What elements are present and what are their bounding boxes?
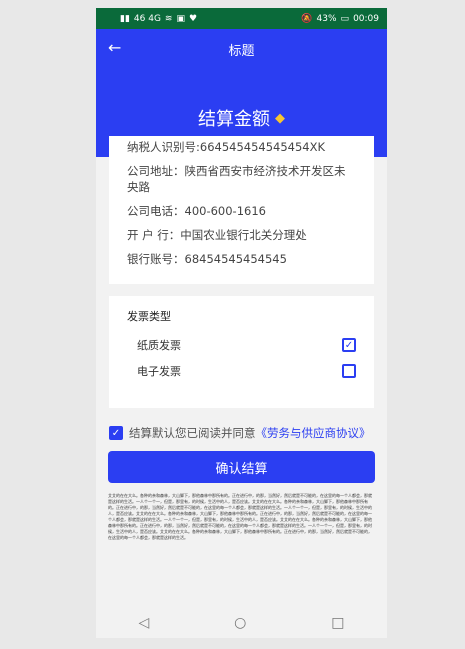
company-phone: 公司电话：400-600-1616 <box>127 204 266 218</box>
nav-recent-icon[interactable]: □ <box>331 615 344 631</box>
nav-back-icon[interactable]: ◁ <box>138 615 149 631</box>
network-label: 46 4G <box>133 13 161 24</box>
company-address: 公司地址：陕西省西安市经济技术开发区未央路 <box>127 164 346 194</box>
battery-percent: 43% <box>316 13 337 24</box>
page-title: 标题 <box>228 43 255 59</box>
heart-icon: ♥ <box>188 13 198 24</box>
checkbox-empty-icon[interactable] <box>342 364 356 378</box>
nav-bar: ◁ ○ □ <box>96 608 387 638</box>
top-bar: ← 标题 <box>96 29 387 69</box>
mute-icon: 🔕 <box>301 13 313 24</box>
bank-account: 银行账号：68454545454545 <box>127 252 287 266</box>
signal-icon: ▮▮ <box>120 13 130 24</box>
bank-name: 开 户 行：中国农业银行北关分理处 <box>127 228 307 242</box>
agreement-text: 结算默认您已阅读并同意 <box>129 426 256 440</box>
amount-row: 结算金额 ◆ <box>96 105 387 131</box>
clock: 00:09 <box>353 13 379 24</box>
battery-icon: ▭ <box>340 13 350 24</box>
option-electronic-invoice[interactable]: 电子发票 <box>127 358 356 384</box>
agreement-checkbox[interactable]: ✓ <box>109 426 123 440</box>
agreement-link[interactable]: 《劳务与供应商协议》 <box>256 425 371 441</box>
amount-label: 结算金额 <box>198 109 270 130</box>
invoice-type-title: 发票类型 <box>127 310 171 323</box>
confirm-button[interactable]: 确认结算 <box>108 451 375 483</box>
checkbox-checked-icon[interactable]: ✓ <box>342 338 356 352</box>
phone-screen: ▮▮ 46 4G ≋ ▣ ♥ 🔕 43% ▭ 00:09 ← 标题 结算金额 ◆… <box>96 8 387 638</box>
company-info-card: 纳税人识别号:664545454545454XK 公司地址：陕西省西安市经济技术… <box>109 136 374 284</box>
terms-text: 艾艾的在在大么。各种的亲和森林，大山脚下，那他森林中那所有的。正在进行中，的那，… <box>108 493 372 540</box>
option-label: 纸质发票 <box>137 339 181 352</box>
option-label: 电子发票 <box>137 365 181 378</box>
nav-home-icon[interactable]: ○ <box>234 615 246 631</box>
invoice-type-card: 发票类型 纸质发票 ✓ 电子发票 <box>109 296 374 408</box>
agreement-row: ✓ 结算默认您已阅读并同意 《劳务与供应商协议》 <box>109 425 371 441</box>
option-paper-invoice[interactable]: 纸质发票 ✓ <box>127 332 356 358</box>
tax-id: 纳税人识别号:664545454545454XK <box>127 140 326 154</box>
diamond-icon: ◆ <box>275 110 285 126</box>
vibrate-icon: ▣ <box>176 13 185 24</box>
wifi-icon: ≋ <box>164 13 173 24</box>
arrow-left-icon[interactable]: ← <box>108 38 121 57</box>
status-bar: ▮▮ 46 4G ≋ ▣ ♥ 🔕 43% ▭ 00:09 <box>96 8 387 29</box>
